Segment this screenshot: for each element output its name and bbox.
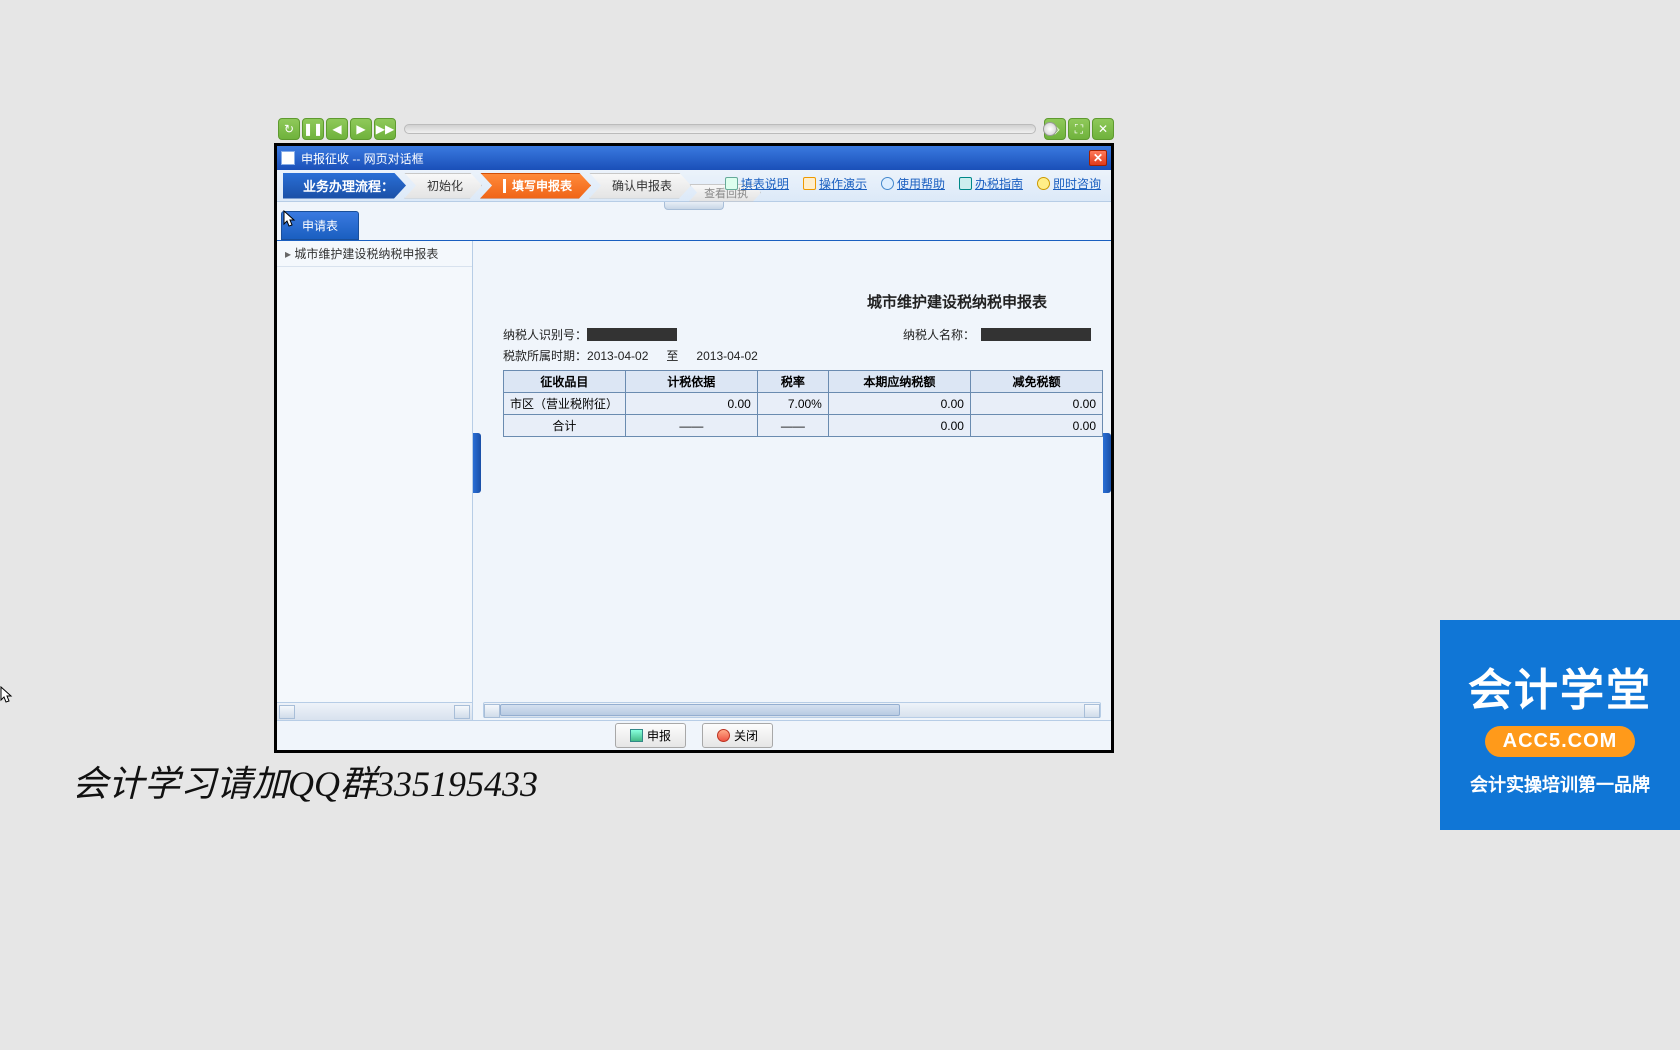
close-player-icon[interactable]: ✕ (1092, 118, 1114, 140)
th-due: 本期应纳税额 (828, 371, 970, 393)
help-links: 填表说明 操作演示 使用帮助 办税指南 即时咨询 (725, 175, 1101, 192)
link-help[interactable]: 使用帮助 (881, 175, 945, 192)
cell-rate: 7.00% (757, 393, 828, 415)
main-area: 申请表 城市维护建设税纳税申报表 城市维护建设税纳税申报表 纳税人识别号： (277, 202, 1111, 750)
step-fill-label: 填写申报表 (512, 177, 572, 194)
progress-thumb[interactable] (1043, 122, 1057, 136)
reload-icon[interactable]: ↻ (278, 118, 300, 140)
splitter-handle-left[interactable] (473, 433, 481, 493)
tab-application[interactable]: 申请表 (281, 211, 359, 240)
cursor-icon (0, 686, 14, 704)
prev-icon[interactable]: ◀ (326, 118, 348, 140)
flow-label: 业务办理流程： (283, 173, 406, 199)
brand-main: 会计学堂 (1468, 654, 1652, 718)
period-to-word: 至 (666, 347, 678, 364)
cell-item: 市区（营业税附征） (504, 393, 626, 415)
content: 城市维护建设税纳税申报表 城市维护建设税纳税申报表 纳税人识别号： 纳税人名称： (277, 240, 1111, 720)
taxpayer-id-value (587, 328, 677, 341)
sheet-icon (725, 177, 738, 190)
link-fill-instructions[interactable]: 填表说明 (725, 175, 789, 192)
cell-total-due: 0.00 (828, 415, 970, 437)
pause-icon[interactable]: ❚❚ (302, 118, 324, 140)
period-label: 税款所属时期： (503, 347, 587, 364)
tabstrip: 申请表 (277, 214, 1111, 240)
guide-icon (959, 177, 972, 190)
footer-buttons: 申报 关闭 (277, 720, 1111, 750)
th-item: 征收品目 (504, 371, 626, 393)
step-fill[interactable]: 填写申报表 (480, 173, 591, 199)
close-button[interactable]: 关闭 (702, 723, 773, 748)
th-basis: 计税依据 (625, 371, 757, 393)
brand-pill: ACC5.COM (1485, 726, 1636, 757)
period-from: 2013-04-02 (587, 349, 648, 363)
form-title: 城市维护建设税纳税申报表 (823, 291, 1091, 312)
taxpayer-name-value (981, 328, 1091, 341)
hscroll-thumb[interactable] (500, 704, 900, 716)
th-rate: 税率 (757, 371, 828, 393)
side-section: 城市维护建设税纳税申报表 (277, 241, 473, 720)
cell-total-basis: —— (625, 415, 757, 437)
dialog-window: 申报征收 -- 网页对话框 ✕ 业务办理流程： 初始化 填写申报表 确认申报表 … (274, 143, 1114, 753)
period-to: 2013-04-02 (696, 349, 757, 363)
overlay-caption: 会计学习请加QQ群335195433 (72, 755, 538, 807)
consult-icon (1037, 177, 1050, 190)
taxpayer-name-label: 纳税人名称： (903, 326, 981, 343)
cell-relief[interactable]: 0.00 (970, 393, 1102, 415)
submit-icon (630, 729, 643, 742)
cell-total-label: 合计 (504, 415, 626, 437)
next-fwd-icon[interactable]: ▶▶ (374, 118, 396, 140)
table-row: 市区（营业税附征） 0.00 7.00% 0.00 0.00 (504, 393, 1103, 415)
step-confirm[interactable]: 确认申报表 (589, 173, 691, 199)
player-bar: ↻ ❚❚ ◀ ▶ ▶▶ ◈ ⛶ ✕ (278, 117, 1114, 141)
close-icon[interactable]: ✕ (1089, 150, 1107, 166)
cell-total-rate: —— (757, 415, 828, 437)
taxpayer-id-label: 纳税人识别号： (503, 326, 587, 343)
close-btn-icon (717, 729, 730, 742)
flow-toolbar: 业务办理流程： 初始化 填写申报表 确认申报表 查看回执 填表说明 操作演示 使… (277, 170, 1111, 202)
tax-table: 征收品目 计税依据 税率 本期应纳税额 减免税额 市区（营业税附征） 0.00 … (503, 370, 1103, 437)
brand-sub: 会计实操培训第一品牌 (1470, 771, 1650, 797)
cell-due: 0.00 (828, 393, 970, 415)
sidepanel-hscrollbar[interactable] (277, 702, 473, 720)
cell-total-relief: 0.00 (970, 415, 1102, 437)
brand-box: 会计学堂 ACC5.COM 会计实操培训第一品牌 (1440, 620, 1680, 830)
sidebar-item-form[interactable]: 城市维护建设税纳税申报表 (277, 241, 472, 267)
cell-basis[interactable]: 0.00 (625, 393, 757, 415)
expand-icon[interactable]: ⛶ (1068, 118, 1090, 140)
window-title: 申报征收 -- 网页对话框 (301, 150, 424, 167)
splitter-handle-top[interactable] (664, 202, 724, 210)
sidepanel: 城市维护建设税纳税申报表 (277, 241, 473, 702)
link-guide[interactable]: 办税指南 (959, 175, 1023, 192)
play-icon[interactable]: ▶ (350, 118, 372, 140)
table-total-row: 合计 —— —— 0.00 0.00 (504, 415, 1103, 437)
progress-track[interactable] (404, 124, 1036, 134)
step-init[interactable]: 初始化 (404, 173, 482, 199)
splitter-handle-right[interactable] (1103, 433, 1111, 493)
doc-icon (281, 151, 295, 165)
help-icon (881, 177, 894, 190)
link-demo[interactable]: 操作演示 (803, 175, 867, 192)
link-consult[interactable]: 即时咨询 (1037, 175, 1101, 192)
th-relief: 减免税额 (970, 371, 1102, 393)
play-demo-icon (803, 177, 816, 190)
table-header-row: 征收品目 计税依据 税率 本期应纳税额 减免税额 (504, 371, 1103, 393)
titlebar: 申报征收 -- 网页对话框 ✕ (277, 146, 1111, 170)
form-pane: 城市维护建设税纳税申报表 纳税人识别号： 纳税人名称： 税款所属时期： 2013… (473, 241, 1111, 720)
submit-button[interactable]: 申报 (615, 723, 686, 748)
hscrollbar[interactable] (483, 702, 1101, 718)
